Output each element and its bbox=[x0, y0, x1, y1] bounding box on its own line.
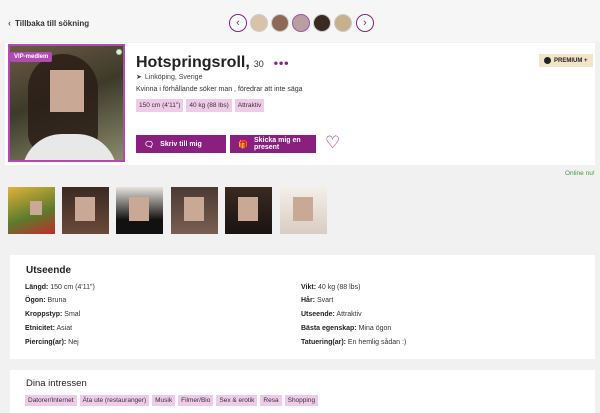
location-arrow-icon: ➤ bbox=[136, 74, 142, 81]
profile-location: ➤ Linköping, Sverige bbox=[136, 73, 203, 82]
attr-piercings: Piercing(ar): Nej bbox=[25, 339, 79, 346]
attr-value: 40 kg (88 lbs) bbox=[316, 284, 361, 291]
attr-appearance: Utseende: Attraktiv bbox=[301, 311, 362, 318]
attr-key: Ögon: bbox=[25, 297, 46, 304]
interest-chips: Datorer/Internet Äta ute (restauranger) … bbox=[25, 395, 319, 406]
interest-chip: Musik bbox=[152, 395, 176, 406]
send-gift-button[interactable]: 🎁 Skicka mig en present bbox=[230, 135, 316, 153]
chip-appearance: Attraktiv bbox=[234, 99, 265, 112]
premium-badge: PREMIUM + bbox=[539, 54, 593, 67]
attr-key: Vikt: bbox=[301, 284, 317, 291]
gallery-face-3 bbox=[129, 197, 149, 221]
profile-chips: 150 cm (4'11") 40 kg (88 lbs) Attraktiv bbox=[136, 99, 265, 112]
next-profile-button[interactable]: › bbox=[356, 14, 374, 32]
profile-thumb-5[interactable] bbox=[334, 14, 352, 32]
location-text: Linköping, Sverige bbox=[144, 73, 203, 81]
more-options-icon[interactable]: ••• bbox=[274, 56, 290, 70]
attr-height: Längd: 150 cm (4'11") bbox=[25, 284, 95, 291]
profile-tagline: Kvinna i förhållande söker man , föredra… bbox=[136, 86, 303, 93]
interest-chip: Resa bbox=[260, 395, 282, 406]
send-gift-button-label: Skicka mig en present bbox=[253, 137, 301, 151]
attr-value: Bruna bbox=[45, 297, 67, 304]
vip-badge: VIP-medlem bbox=[10, 52, 53, 62]
gallery-face-1 bbox=[30, 201, 42, 215]
attr-value: Svart bbox=[315, 297, 334, 304]
gallery-face-5 bbox=[238, 197, 258, 221]
gallery-photo-6[interactable] bbox=[280, 187, 327, 234]
attr-value: Nej bbox=[66, 339, 79, 346]
attr-weight: Vikt: 40 kg (88 lbs) bbox=[301, 284, 360, 291]
chip-height: 150 cm (4'11") bbox=[136, 99, 184, 112]
chevron-left-icon: ‹ bbox=[8, 18, 11, 28]
interests-section: Dina intressen bbox=[10, 370, 595, 413]
name-line: Hotspringsroll, 30 ••• bbox=[136, 54, 289, 72]
previous-profile-button[interactable]: ‹ bbox=[229, 14, 247, 32]
attr-value: Mina ögon bbox=[356, 325, 392, 332]
premium-icon bbox=[544, 57, 551, 64]
blurred-face bbox=[50, 70, 84, 112]
attr-key: Bästa egenskap: bbox=[301, 325, 357, 332]
appearance-title: Utseende bbox=[26, 265, 72, 276]
attr-key: Längd: bbox=[25, 284, 49, 291]
interest-chip: Filmer/Bio bbox=[178, 395, 214, 406]
attr-hair: Hår: Svart bbox=[301, 297, 333, 304]
interests-title: Dina intressen bbox=[26, 378, 87, 389]
profile-thumb-3-current[interactable] bbox=[292, 14, 310, 32]
favorite-heart-icon[interactable]: ♡ bbox=[325, 134, 340, 152]
attr-value: En hemlig sådan :) bbox=[345, 339, 407, 346]
gallery-face-2 bbox=[75, 197, 95, 221]
chip-weight: 40 kg (88 lbs) bbox=[186, 99, 232, 112]
attr-value: Attraktiv bbox=[334, 311, 362, 318]
attr-key: Etnicitet: bbox=[25, 325, 55, 332]
gallery-face-4 bbox=[184, 197, 204, 221]
profile-age: 30 bbox=[253, 59, 264, 69]
back-label: Tillbaka till sökning bbox=[15, 18, 90, 28]
interest-chip: Sex & erotik bbox=[216, 395, 258, 406]
profile-thumb-1[interactable] bbox=[250, 14, 268, 32]
attr-ethnicity: Etnicitet: Asiat bbox=[25, 325, 72, 332]
profile-thumb-4[interactable] bbox=[313, 14, 331, 32]
back-to-search-link[interactable]: ‹ Tillbaka till sökning bbox=[8, 18, 89, 28]
attr-key: Hår: bbox=[301, 297, 316, 304]
attr-value: Asiat bbox=[54, 325, 73, 332]
interest-chip: Datorer/Internet bbox=[25, 395, 77, 406]
gallery-photo-3[interactable] bbox=[116, 187, 163, 234]
attr-value: Smal bbox=[62, 311, 81, 318]
profile-name: Hotspringsroll, bbox=[136, 54, 250, 71]
message-button[interactable]: 🗨 Skriv till mig bbox=[136, 135, 226, 153]
gallery-photo-5[interactable] bbox=[225, 187, 272, 234]
attr-eyes: Ögon: Bruna bbox=[25, 297, 66, 304]
attr-key: Utseende: bbox=[301, 311, 335, 318]
interest-chip: Shopping bbox=[284, 395, 319, 406]
attr-key: Kroppstyp: bbox=[25, 311, 63, 318]
attr-key: Tatuering(ar): bbox=[301, 339, 346, 346]
premium-label: PREMIUM + bbox=[554, 57, 588, 64]
appearance-section: Utseende Längd: 150 cm (4'11") Ögon: Bru… bbox=[10, 255, 595, 359]
attr-best-feature: Bästa egenskap: Mina ögon bbox=[301, 325, 391, 332]
interest-chip: Äta ute (restauranger) bbox=[79, 395, 150, 406]
attr-body-type: Kroppstyp: Smal bbox=[25, 311, 80, 318]
message-button-label: Skriv till mig bbox=[160, 140, 202, 148]
online-status: Online nu! bbox=[565, 170, 595, 177]
attr-tattoos: Tatuering(ar): En hemlig sådan :) bbox=[301, 339, 406, 346]
gift-icon: 🎁 bbox=[238, 139, 248, 149]
profile-thumb-2[interactable] bbox=[271, 14, 289, 32]
attr-value: 150 cm (4'11") bbox=[48, 284, 95, 291]
gallery-face-6 bbox=[293, 197, 313, 221]
gallery-photo-4[interactable] bbox=[171, 187, 218, 234]
online-indicator-icon bbox=[116, 49, 122, 55]
chat-icon: 🗨 bbox=[144, 139, 155, 149]
gallery-photo-1[interactable] bbox=[8, 187, 55, 234]
attr-key: Piercing(ar): bbox=[25, 339, 67, 346]
gallery-photo-2[interactable] bbox=[62, 187, 109, 234]
